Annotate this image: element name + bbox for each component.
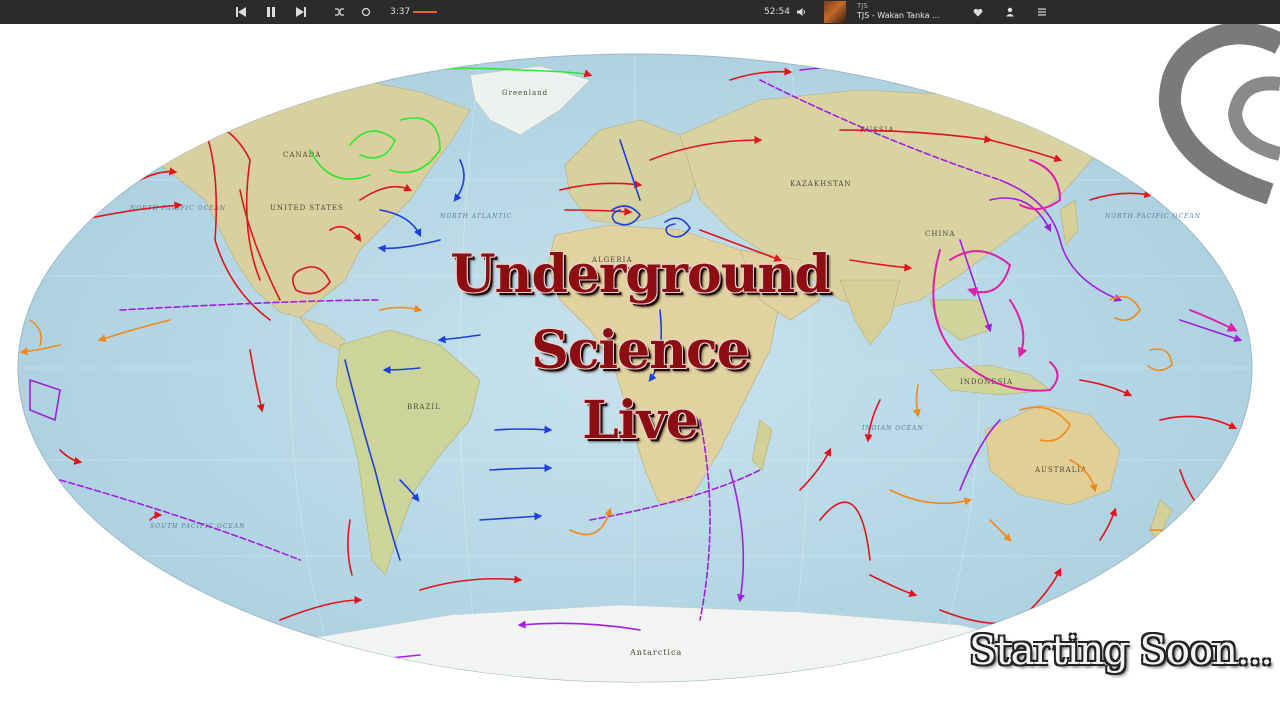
label-south-pacific: SOUTH PACIFIC OCEAN: [150, 523, 246, 530]
profile-button[interactable]: [1002, 0, 1018, 24]
track-artist: TJS: [857, 2, 868, 10]
queue-icon: [1038, 8, 1046, 16]
repeat-icon: [361, 7, 371, 17]
label-china: CHINA: [925, 230, 955, 238]
starting-soon-caption: Starting Soon...: [969, 628, 1273, 674]
pause-button[interactable]: [262, 0, 280, 24]
repeat-button[interactable]: [357, 0, 375, 24]
label-canada: CANADA: [283, 151, 321, 159]
skip-previous-button[interactable]: [232, 0, 250, 24]
label-north-pacific-east: NORTH PACIFIC OCEAN: [1104, 213, 1201, 220]
volume-icon: [797, 8, 806, 16]
stream-title-line1: Underground: [450, 244, 830, 305]
album-art[interactable]: [824, 1, 846, 23]
swirl-logo: [1158, 24, 1280, 204]
skip-previous-icon: [236, 7, 246, 17]
shuffle-icon: [334, 8, 344, 16]
label-greenland: Greenland: [502, 89, 548, 97]
user-icon: [1006, 7, 1014, 17]
media-player-bar: 3:37 52:54 TJS TJS - Wakan Tanka ...: [0, 0, 1280, 24]
label-antarctica: Antarctica: [629, 648, 682, 657]
duration-time: 52:54: [764, 7, 790, 17]
like-button[interactable]: [970, 0, 986, 24]
track-title[interactable]: TJS - Wakan Tanka ...: [857, 11, 940, 20]
label-kazakhstan: KAZAKHSTAN: [790, 180, 852, 188]
skip-next-icon: [296, 7, 306, 17]
volume-button[interactable]: [793, 0, 809, 24]
stream-title-line2: Science: [531, 320, 750, 381]
skip-next-button[interactable]: [292, 0, 310, 24]
shuffle-button[interactable]: [330, 0, 348, 24]
label-north-atlantic: NORTH ATLANTIC: [439, 213, 512, 220]
label-united-states: UNITED STATES: [270, 204, 344, 212]
queue-button[interactable]: [1034, 0, 1050, 24]
label-australia: AUSTRALIA: [1034, 466, 1087, 474]
pause-icon: [267, 7, 275, 17]
stream-title-line3: Live: [582, 390, 699, 451]
elapsed-time: 3:37: [390, 7, 411, 17]
playback-progress[interactable]: [413, 11, 437, 13]
heart-icon: [973, 8, 983, 16]
